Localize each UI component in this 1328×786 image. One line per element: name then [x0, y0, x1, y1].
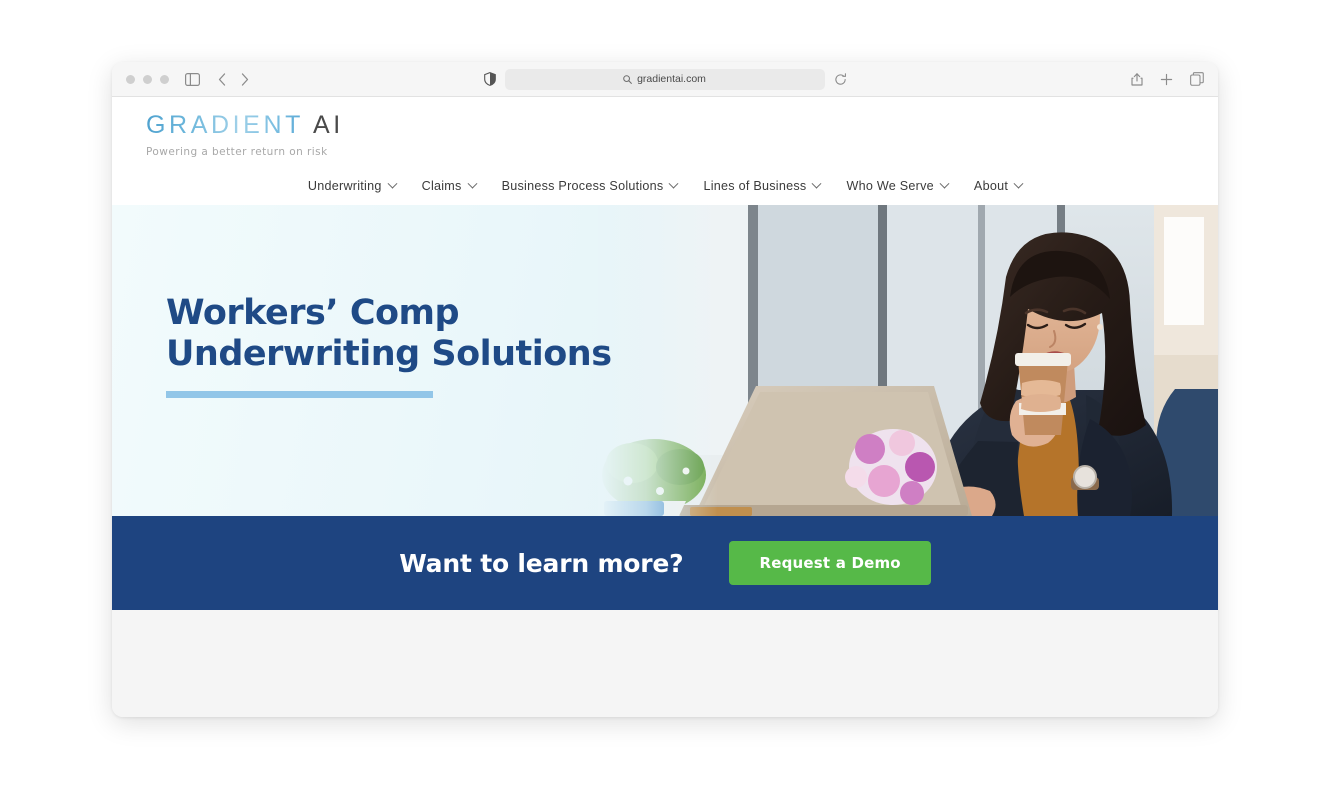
- window-traffic-lights: [126, 74, 169, 84]
- cta-heading: Want to learn more?: [399, 548, 684, 578]
- chevron-down-icon: [467, 178, 478, 189]
- nav-label: Lines of Business: [703, 179, 807, 193]
- search-icon: [623, 74, 632, 84]
- nav-item-underwriting[interactable]: Underwriting: [307, 178, 398, 193]
- page-viewport: GRADIENT AI Powering a better return on r…: [112, 97, 1218, 717]
- new-tab-icon[interactable]: [1160, 73, 1173, 86]
- hero-title: Workers’ Comp Underwriting Solutions: [166, 293, 612, 374]
- page-filler: [112, 610, 1218, 717]
- forward-button[interactable]: [241, 72, 249, 86]
- privacy-shield-icon[interactable]: [483, 72, 496, 86]
- nav-label: Underwriting: [307, 179, 382, 193]
- logo-ai-text: AI: [312, 111, 344, 139]
- nav-label: Who We Serve: [846, 179, 934, 193]
- nav-label: Business Process Solutions: [501, 179, 664, 193]
- chevron-down-icon: [812, 178, 822, 189]
- address-bar-container: gradientai.com: [112, 68, 1218, 90]
- close-window-button[interactable]: [126, 74, 135, 84]
- nav-item-who-we-serve[interactable]: Who We Serve: [846, 178, 950, 193]
- back-button[interactable]: [218, 72, 226, 86]
- main-navigation: Underwriting Claims Business Process Sol…: [112, 178, 1218, 193]
- hero-accent-rule: [166, 391, 433, 399]
- address-bar[interactable]: gradientai.com: [504, 68, 825, 90]
- tab-overview-icon[interactable]: [1190, 72, 1204, 86]
- nav-item-about[interactable]: About: [973, 178, 1024, 193]
- hero-content: Workers’ Comp Underwriting Solutions: [166, 293, 612, 399]
- site-header: GRADIENT AI Powering a better return on r…: [112, 97, 1218, 205]
- share-icon[interactable]: [1131, 72, 1143, 86]
- chevron-down-icon: [669, 178, 679, 189]
- request-demo-button[interactable]: Request a Demo: [729, 541, 931, 585]
- browser-toolbar: gradientai.com: [112, 62, 1218, 97]
- browser-window: gradientai.com GRADIENT AI Powering a be…: [112, 62, 1218, 717]
- nav-item-lines-of-business[interactable]: Lines of Business: [703, 178, 822, 193]
- cta-band: Want to learn more? Request a Demo: [112, 516, 1218, 610]
- chevron-down-icon: [939, 178, 950, 189]
- toolbar-right-actions: [1131, 72, 1204, 86]
- logo-gradient-text: GRADIENT: [146, 111, 304, 139]
- maximize-window-button[interactable]: [160, 74, 169, 84]
- chevron-down-icon: [387, 178, 398, 189]
- chevron-down-icon: [1013, 178, 1024, 189]
- hero-image: [598, 205, 1218, 516]
- nav-label: Claims: [421, 179, 462, 193]
- reload-icon[interactable]: [834, 72, 847, 86]
- sidebar-toggle-icon[interactable]: [185, 72, 200, 86]
- address-bar-url: gradientai.com: [637, 73, 706, 85]
- hero-title-line-1: Workers’ Comp: [166, 293, 460, 333]
- site-logo[interactable]: GRADIENT AI Powering a better return on r…: [146, 113, 344, 159]
- hero-section: Workers’ Comp Underwriting Solutions: [112, 205, 1218, 516]
- logo-wordmark: GRADIENT AI: [146, 113, 344, 138]
- nav-label: About: [973, 179, 1009, 193]
- logo-tagline: Powering a better return on risk: [146, 146, 328, 158]
- nav-item-claims[interactable]: Claims: [421, 178, 478, 193]
- nav-item-business-process-solutions[interactable]: Business Process Solutions: [501, 178, 679, 193]
- minimize-window-button[interactable]: [143, 74, 152, 84]
- browser-nav-arrows: [218, 72, 249, 86]
- hero-title-line-2: Underwriting Solutions: [166, 333, 612, 374]
